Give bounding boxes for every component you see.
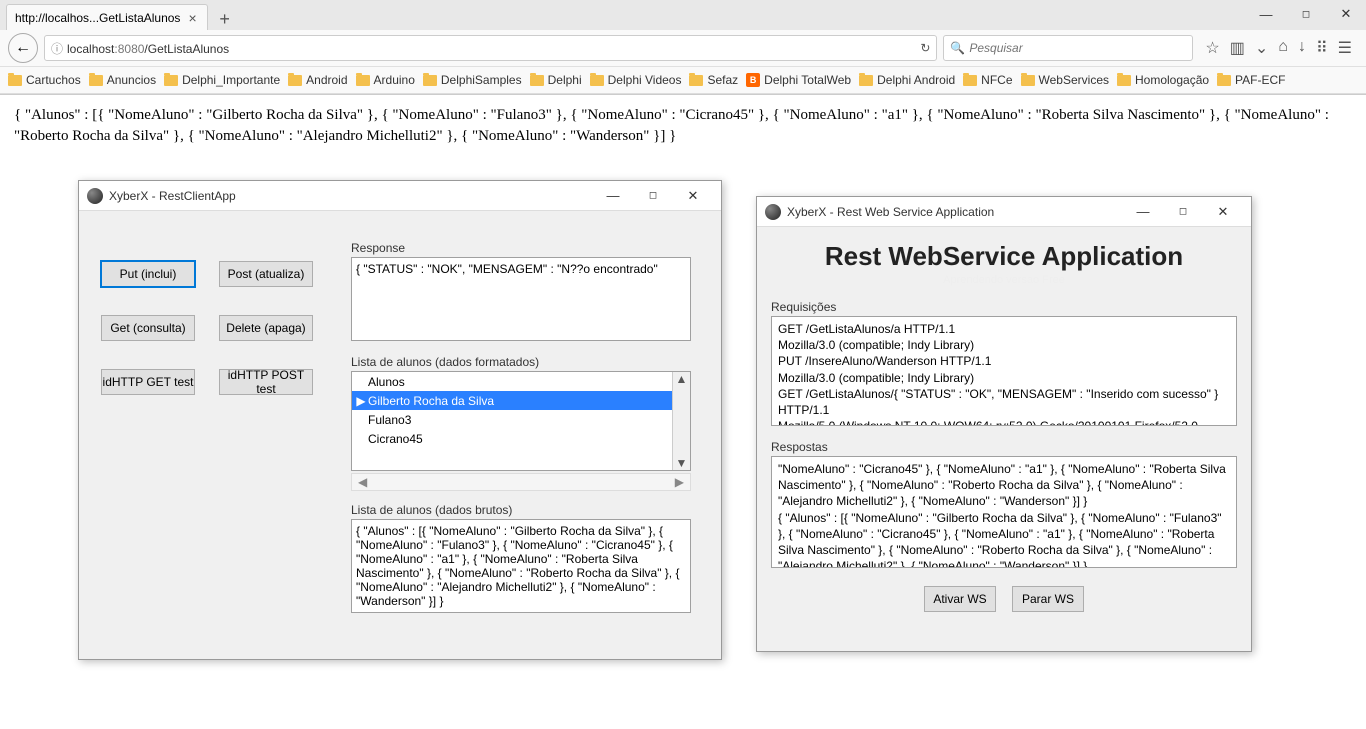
list-item[interactable]: Fulano3 [352, 410, 672, 429]
library-icon[interactable]: ▥ [1230, 38, 1245, 58]
bookmark-item[interactable]: PAF-ECF [1217, 73, 1285, 87]
bookmark-item[interactable]: Delphi Videos [590, 73, 682, 87]
bookmark-item[interactable]: Android [288, 73, 347, 87]
bookmark-star-icon[interactable]: ☆ [1205, 38, 1219, 58]
folder-icon [689, 75, 703, 86]
page-body-json: { "Alunos" : [{ "NomeAluno" : "Gilberto … [0, 95, 1366, 157]
search-bar[interactable]: 🔍 [943, 35, 1193, 61]
rest-client-window: XyberX - RestClientApp — ◻ ✕ Put (inclui… [78, 180, 722, 660]
folder-icon [356, 75, 370, 86]
browser-maximize-button[interactable]: ◻ [1286, 0, 1326, 28]
responses-label: Respostas [771, 440, 1237, 454]
window-title: XyberX - Rest Web Service Application [787, 205, 1123, 219]
list-scrollbar[interactable]: ▲▼ [672, 372, 690, 470]
search-icon: 🔍 [950, 41, 965, 55]
maximize-button[interactable]: ◻ [1163, 198, 1203, 226]
alunos-listbox[interactable]: Alunos▶Gilberto Rocha da SilvaFulano3Cic… [351, 371, 691, 471]
list-hscroll[interactable]: ◀▶ [351, 473, 691, 491]
folder-icon [859, 75, 873, 86]
blogger-icon: B [746, 73, 760, 87]
folder-icon [423, 75, 437, 86]
bookmark-item[interactable]: Delphi Android [859, 73, 955, 87]
browser-minimize-button[interactable]: — [1246, 0, 1286, 28]
url-text: localhost:8080/GetListaAlunos [67, 41, 916, 56]
folder-icon [1021, 75, 1035, 86]
bookmark-item[interactable]: DelphiSamples [423, 73, 522, 87]
requests-label: Requisições [771, 300, 1237, 314]
response-memo[interactable]: { "STATUS" : "NOK", "MENSAGEM" : "N??o e… [351, 257, 691, 341]
bookmark-item[interactable]: Delphi [530, 73, 582, 87]
folder-icon [1117, 75, 1131, 86]
parar-ws-button[interactable]: Parar WS [1012, 586, 1084, 612]
app-icon [87, 188, 103, 204]
put-button[interactable]: Put (inclui) [101, 261, 195, 287]
info-icon: ⓘ [51, 40, 63, 57]
close-tab-icon[interactable]: × [186, 10, 198, 26]
bookmark-item[interactable]: Arduino [356, 73, 415, 87]
url-bar[interactable]: ⓘ localhost:8080/GetListaAlunos ↻ [44, 35, 937, 61]
response-label: Response [351, 241, 405, 255]
server-subheading: Aprendendo versao Free [771, 274, 1237, 286]
window-title: XyberX - RestClientApp [109, 189, 593, 203]
list-raw-label: Lista de alunos (dados brutos) [351, 503, 512, 517]
minimize-button[interactable]: — [593, 182, 633, 210]
folder-icon [1217, 75, 1231, 86]
minimize-button[interactable]: — [1123, 198, 1163, 226]
bookmark-item[interactable]: Homologação [1117, 73, 1209, 87]
reload-icon[interactable]: ↻ [920, 41, 930, 55]
bookmark-item[interactable]: Sefaz [689, 73, 738, 87]
folder-icon [590, 75, 604, 86]
tab-title: http://localhos...GetListaAlunos [15, 11, 180, 25]
back-button[interactable]: ← [8, 33, 38, 63]
maximize-button[interactable]: ◻ [633, 182, 673, 210]
idhttp-get-button[interactable]: idHTTP GET test [101, 369, 195, 395]
pocket-icon[interactable]: ⌄ [1255, 38, 1268, 58]
requests-memo[interactable]: GET /GetListaAlunos/a HTTP/1.1 Mozilla/3… [771, 316, 1237, 426]
new-tab-button[interactable]: + [212, 8, 238, 30]
list-item[interactable]: ▶Gilberto Rocha da Silva [352, 391, 672, 410]
bookmark-item[interactable]: Cartuchos [8, 73, 81, 87]
search-input[interactable] [969, 41, 1186, 55]
bookmark-item[interactable]: Anuncios [89, 73, 156, 87]
get-button[interactable]: Get (consulta) [101, 315, 195, 341]
browser-close-button[interactable]: ✕ [1326, 0, 1366, 28]
ativar-ws-button[interactable]: Ativar WS [924, 586, 996, 612]
responses-memo[interactable]: "NomeAluno" : "Cicrano45" }, { "NomeAlun… [771, 456, 1237, 568]
browser-tab[interactable]: http://localhos...GetListaAlunos × [6, 4, 208, 30]
folder-icon [530, 75, 544, 86]
close-button[interactable]: ✕ [673, 182, 713, 210]
close-button[interactable]: ✕ [1203, 198, 1243, 226]
list-formatted-label: Lista de alunos (dados formatados) [351, 355, 539, 369]
bookmark-item[interactable]: WebServices [1021, 73, 1109, 87]
folder-icon [963, 75, 977, 86]
folder-icon [164, 75, 178, 86]
list-item[interactable]: Cicrano45 [352, 429, 672, 448]
folder-icon [8, 75, 22, 86]
bookmark-item[interactable]: Delphi_Importante [164, 73, 280, 87]
extension-icon[interactable]: ⠿ [1316, 38, 1328, 58]
app-icon [765, 204, 781, 220]
raw-memo[interactable]: { "Alunos" : [{ "NomeAluno" : "Gilberto … [351, 519, 691, 613]
folder-icon [288, 75, 302, 86]
post-button[interactable]: Post (atualiza) [219, 261, 313, 287]
home-icon[interactable]: ⌂ [1278, 38, 1288, 58]
delete-button[interactable]: Delete (apaga) [219, 315, 313, 341]
menu-icon[interactable]: ☰ [1338, 38, 1352, 58]
idhttp-post-button[interactable]: idHTTP POST test [219, 369, 313, 395]
list-item[interactable]: Alunos [352, 372, 672, 391]
bookmarks-bar: Cartuchos Anuncios Delphi_Importante Androi… [0, 66, 1366, 94]
rest-server-window: XyberX - Rest Web Service Application — … [756, 196, 1252, 652]
bookmark-item[interactable]: BDelphi TotalWeb [746, 73, 851, 87]
server-heading: Rest WebService Application [771, 241, 1237, 272]
folder-icon [89, 75, 103, 86]
bookmark-item[interactable]: NFCe [963, 73, 1012, 87]
downloads-icon[interactable]: ↓ [1298, 38, 1306, 58]
